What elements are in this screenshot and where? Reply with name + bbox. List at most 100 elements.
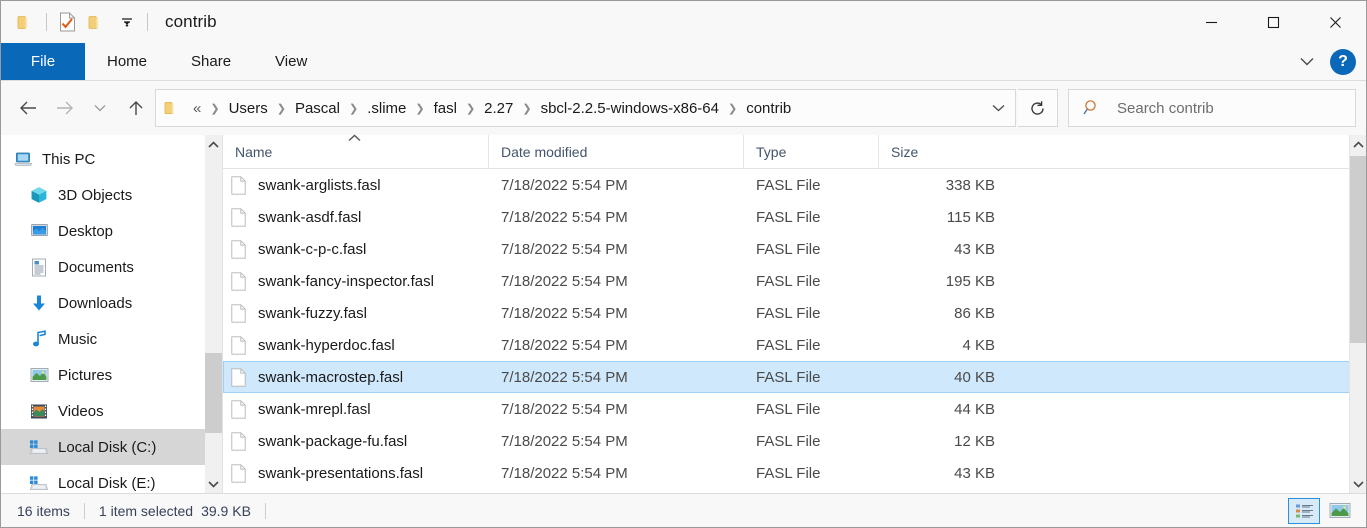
sidebar-item-desktop[interactable]: Desktop: [1, 213, 222, 249]
maximize-button[interactable]: [1242, 1, 1304, 43]
chevron-down-icon[interactable]: [981, 90, 1015, 126]
breadcrumb-item-version[interactable]: 2.27: [479, 97, 518, 120]
sidebar-item-3d-objects[interactable]: 3D Objects: [1, 177, 222, 213]
back-button[interactable]: [11, 91, 45, 125]
file-name-cell: swank-presentations.fasl: [224, 462, 489, 484]
scroll-up-button[interactable]: [205, 135, 222, 153]
recent-locations-button[interactable]: [83, 91, 117, 125]
sidebar-item-music[interactable]: Music: [1, 321, 222, 357]
navigation-pane: This PC 3D Objects Desktop Documents Dow…: [1, 135, 223, 493]
file-name-cell: swank-c-p-c.fasl: [224, 238, 489, 260]
scroll-thumb[interactable]: [1350, 156, 1366, 343]
column-header-type[interactable]: Type: [743, 135, 878, 168]
file-type: FASL File: [756, 464, 821, 482]
file-date: 7/18/2022 5:54 PM: [501, 304, 628, 322]
tab-view[interactable]: View: [253, 43, 329, 80]
folder-icon[interactable]: [11, 7, 41, 37]
sidebar-item-local-disk-e[interactable]: Local Disk (E:): [1, 465, 222, 493]
file-icon: [227, 366, 249, 388]
forward-button[interactable]: [47, 91, 81, 125]
sidebar-item-label: Videos: [58, 402, 104, 420]
videos-icon: [29, 401, 49, 421]
breadcrumb-item-users[interactable]: Users: [224, 97, 273, 120]
details-view-button[interactable]: [1288, 497, 1320, 524]
explorer-body: This PC 3D Objects Desktop Documents Dow…: [1, 134, 1366, 493]
sidebar-item-pictures[interactable]: Pictures: [1, 357, 222, 393]
search-input[interactable]: Search contrib: [1117, 100, 1214, 117]
tab-home[interactable]: Home: [85, 43, 169, 80]
minimize-button[interactable]: [1180, 1, 1242, 43]
up-button[interactable]: [119, 91, 153, 125]
chevron-down-icon[interactable]: [112, 7, 142, 37]
sidebar-item-local-disk-c[interactable]: Local Disk (C:): [1, 429, 222, 465]
scroll-down-button[interactable]: [1350, 475, 1366, 493]
breadcrumb-item-contrib[interactable]: contrib: [741, 97, 796, 120]
breadcrumb-bar[interactable]: « ❯ Users ❯ Pascal ❯ .slime ❯ fasl ❯ 2.2…: [155, 89, 1016, 127]
table-row[interactable]: swank-fancy-inspector.fasl 7/18/2022 5:5…: [223, 265, 1366, 297]
file-list-scrollbar[interactable]: [1349, 135, 1366, 493]
file-icon: [227, 174, 249, 196]
table-row[interactable]: swank-package-fu.fasl 7/18/2022 5:54 PM …: [223, 425, 1366, 457]
column-header-label: Date modified: [501, 143, 588, 160]
file-date: 7/18/2022 5:54 PM: [501, 400, 628, 418]
scroll-up-button[interactable]: [1350, 135, 1366, 153]
scroll-thumb[interactable]: [205, 352, 222, 434]
breadcrumb-item-slime[interactable]: .slime: [362, 97, 411, 120]
scroll-track[interactable]: [205, 153, 222, 475]
file-name: swank-fuzzy.fasl: [258, 304, 367, 322]
cube-icon: [29, 185, 49, 205]
breadcrumb: « ❯ Users ❯ Pascal ❯ .slime ❯ fasl ❯ 2.2…: [188, 97, 981, 120]
file-icon: [227, 334, 249, 356]
table-row[interactable]: swank-macrostep.fasl 7/18/2022 5:54 PM F…: [223, 361, 1366, 393]
table-row[interactable]: swank-mrepl.fasl 7/18/2022 5:54 PM FASL …: [223, 393, 1366, 425]
sidebar-item-label: Local Disk (E:): [58, 474, 156, 492]
table-row[interactable]: swank-presentations.fasl 7/18/2022 5:54 …: [223, 457, 1366, 489]
sidebar-item-downloads[interactable]: Downloads: [1, 285, 222, 321]
properties-icon[interactable]: [52, 7, 82, 37]
column-header-name[interactable]: Name: [223, 134, 488, 168]
breadcrumb-item-sbcl[interactable]: sbcl-2.2.5-windows-x86-64: [536, 97, 724, 120]
column-header-size[interactable]: Size: [878, 135, 1008, 168]
breadcrumb-item-pascal[interactable]: Pascal: [290, 97, 345, 120]
scroll-down-button[interactable]: [205, 475, 222, 493]
sidebar-item-label: Local Disk (C:): [58, 438, 157, 456]
help-button[interactable]: ?: [1330, 48, 1356, 75]
file-size: 40 KB: [954, 368, 995, 386]
file-rows: swank-arglists.fasl 7/18/2022 5:54 PM FA…: [223, 169, 1366, 493]
table-row[interactable]: swank-c-p-c.fasl 7/18/2022 5:54 PM FASL …: [223, 233, 1366, 265]
table-row[interactable]: swank-hyperdoc.fasl 7/18/2022 5:54 PM FA…: [223, 329, 1366, 361]
sidebar-item-documents[interactable]: Documents: [1, 249, 222, 285]
new-folder-icon[interactable]: [82, 7, 112, 37]
column-header-label: Size: [891, 143, 919, 160]
file-name: swank-hyperdoc.fasl: [258, 336, 395, 354]
navigation-pane-scrollbar[interactable]: [205, 135, 222, 493]
folder-icon: [164, 100, 182, 116]
column-header-label: Type: [756, 143, 787, 160]
file-type: FASL File: [756, 368, 821, 386]
sidebar-item-this-pc[interactable]: This PC: [1, 141, 222, 177]
large-icons-view-button[interactable]: [1324, 498, 1356, 524]
tab-share[interactable]: Share: [169, 43, 253, 80]
chevron-down-icon[interactable]: [1294, 49, 1320, 75]
search-box[interactable]: Search contrib: [1068, 89, 1356, 127]
close-button[interactable]: [1304, 1, 1366, 43]
file-icon: [227, 398, 249, 420]
table-row[interactable]: swank-fuzzy.fasl 7/18/2022 5:54 PM FASL …: [223, 297, 1366, 329]
breadcrumb-overflow[interactable]: «: [188, 97, 206, 120]
selection-count: 1 item selected: [98, 502, 194, 519]
file-type: FASL File: [756, 336, 821, 354]
column-header-date-modified[interactable]: Date modified: [488, 135, 743, 168]
status-bar: 16 items 1 item selected 39.9 KB: [1, 493, 1366, 527]
sidebar-item-videos[interactable]: Videos: [1, 393, 222, 429]
file-name: swank-macrostep.fasl: [258, 368, 404, 386]
breadcrumb-item-fasl[interactable]: fasl: [429, 97, 462, 120]
table-row[interactable]: swank-arglists.fasl 7/18/2022 5:54 PM FA…: [223, 169, 1366, 201]
refresh-button[interactable]: [1018, 89, 1058, 127]
table-row[interactable]: swank-asdf.fasl 7/18/2022 5:54 PM FASL F…: [223, 201, 1366, 233]
scroll-track[interactable]: [1350, 153, 1366, 475]
tab-file[interactable]: File: [1, 43, 85, 80]
column-headers: Name Date modified Type Size: [223, 134, 1366, 169]
chevron-right-icon: ❯: [415, 102, 425, 115]
file-date: 7/18/2022 5:54 PM: [501, 336, 628, 354]
file-name: swank-mrepl.fasl: [258, 400, 371, 418]
